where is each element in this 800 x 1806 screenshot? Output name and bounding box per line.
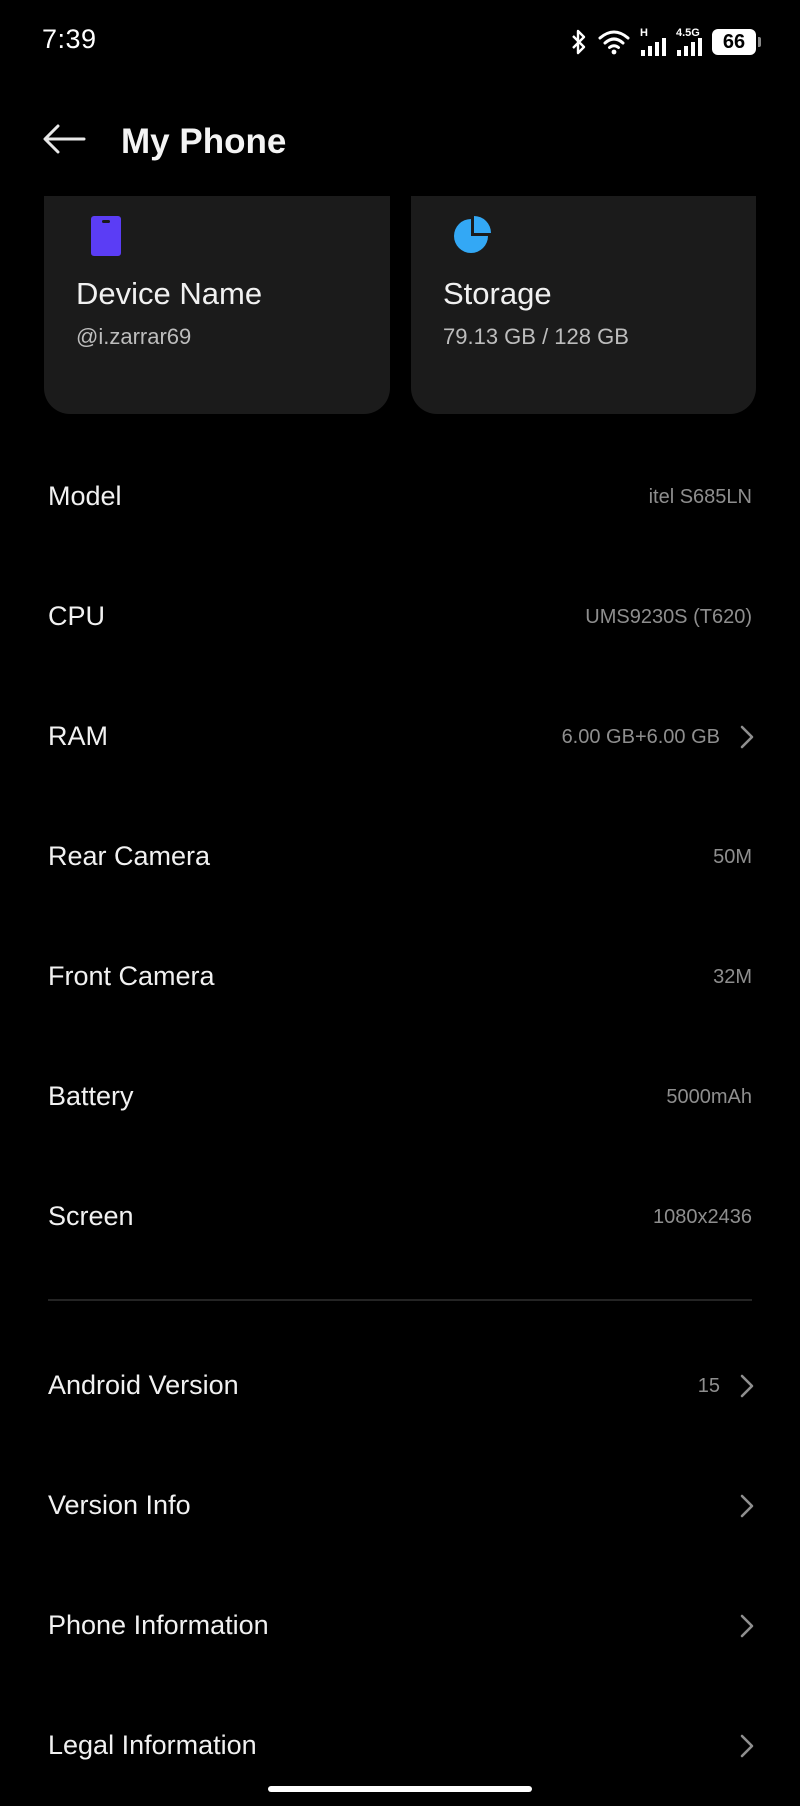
spec-value: 1080x2436 [653,1206,752,1228]
chevron-right-icon [740,1614,754,1638]
device-name-card[interactable]: Device Name @i.zarrar69 [44,196,390,414]
signal-h-icon: H [640,28,666,56]
row-android-version[interactable]: Android Version 15 [0,1326,800,1446]
spec-row-ram[interactable]: RAM 6.00 GB+6.00 GB [0,677,800,797]
battery-icon: 66 [712,29,761,55]
spec-row-front-camera: Front Camera 32M [0,917,800,1037]
spec-value: 50M [713,846,752,868]
row-label: Version Info [48,1490,191,1520]
row-label: Phone Information [48,1610,269,1640]
row-label: Legal Information [48,1730,257,1760]
row-version-info[interactable]: Version Info [0,1446,800,1566]
chevron-right-icon [740,1494,754,1518]
spec-row-battery: Battery 5000mAh [0,1037,800,1157]
spec-value: 6.00 GB+6.00 GB [561,726,720,748]
spec-label: CPU [48,601,106,631]
home-indicator[interactable] [268,1786,532,1792]
spec-value: 5000mAh [666,1086,752,1108]
phone-icon [84,214,128,258]
status-time: 7:39 [42,24,97,54]
more-info-list: Android Version 15 Version Info Phone In… [0,1326,800,1806]
wifi-icon [598,29,630,55]
page-title: My Phone [121,122,287,161]
row-value: 15 [697,1375,720,1397]
signal-4g-icon: 4.5G [676,28,702,56]
chevron-right-icon [740,1734,754,1758]
spec-label: Front Camera [48,961,215,991]
section-divider [48,1299,752,1301]
arrow-left-icon [42,123,86,160]
app-header: My Phone [0,104,800,178]
device-name-value: @i.zarrar69 [76,324,192,349]
spec-row-cpu: CPU UMS9230S (T620) [0,557,800,677]
pie-chart-icon [451,214,495,258]
spec-value: itel S685LN [648,486,752,508]
row-phone-information[interactable]: Phone Information [0,1566,800,1686]
spec-label: Battery [48,1081,134,1111]
storage-value: 79.13 GB / 128 GB [443,324,629,349]
back-button[interactable] [38,118,90,164]
row-label: Android Version [48,1370,239,1400]
status-icons: H 4.5G 66 [570,26,761,58]
spec-list: Model itel S685LN CPU UMS9230S (T620) RA… [0,437,800,1277]
spec-row-rear-camera: Rear Camera 50M [0,797,800,917]
chevron-right-icon [740,1374,754,1398]
spec-row-model: Model itel S685LN [0,437,800,557]
spec-label: Screen [48,1201,134,1231]
spec-value: 32M [713,966,752,988]
spec-label: Model [48,481,122,511]
spec-value: UMS9230S (T620) [585,606,752,628]
chevron-right-icon [740,725,754,749]
bluetooth-icon [570,28,588,56]
storage-title: Storage [443,276,552,311]
spec-label: Rear Camera [48,841,211,871]
status-bar: 7:39 H 4.5G 66 [0,0,800,84]
device-name-title: Device Name [76,276,263,311]
spec-label: RAM [48,721,108,751]
storage-card[interactable]: Storage 79.13 GB / 128 GB [411,196,756,414]
spec-row-screen: Screen 1080x2436 [0,1157,800,1277]
